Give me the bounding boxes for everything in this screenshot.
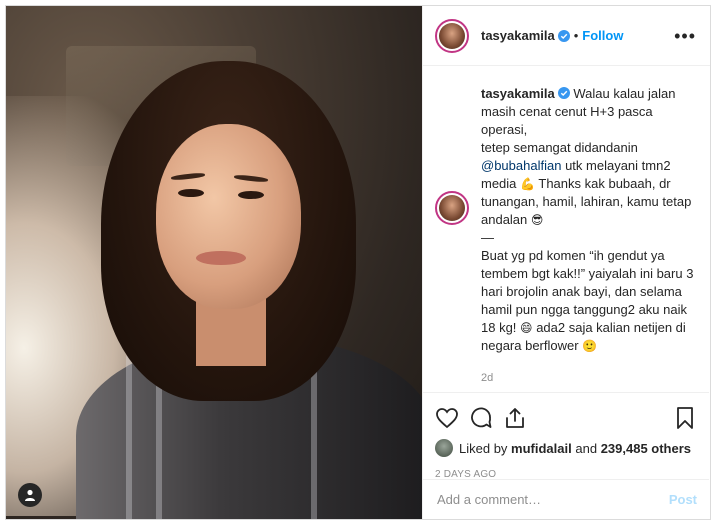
caption-line: Buat yg pd komen “ih gendut ya — [481, 248, 665, 263]
caption-line: utk melayani tmn2 — [565, 158, 671, 173]
caption-line: — — [481, 230, 494, 245]
caption-line: andalan — [481, 212, 528, 227]
photo-stripe — [311, 356, 317, 519]
author-username[interactable]: tasyakamila — [481, 28, 555, 43]
photo-eye — [238, 191, 264, 199]
verified-badge-icon — [557, 29, 570, 42]
comment-input[interactable] — [437, 492, 647, 507]
post-comment-button[interactable]: Post — [669, 492, 697, 507]
liked-by-and: and — [575, 440, 598, 456]
caption-line: tembem bgt kak!!” yaiyalah ini baru 3 — [481, 266, 694, 281]
author-avatar[interactable] — [435, 18, 469, 53]
muscle-emoji: 💪 — [520, 177, 535, 191]
caption-line: hamil pun ngga tanggung2 aku naik — [481, 302, 687, 317]
liker-avatar[interactable] — [435, 439, 453, 457]
photo-lips — [196, 251, 246, 265]
separator-dot: • — [573, 28, 579, 43]
comments-section[interactable]: tasyakamila Walau kalau jalan masih cena… — [423, 67, 709, 385]
grin-emoji: 😄 — [520, 321, 533, 335]
caption-line: media — [481, 176, 517, 191]
post-header: tasyakamila • Follow ••• — [423, 6, 710, 66]
caption-text: tasyakamila Walau kalau jalan masih cena… — [481, 85, 695, 385]
caption-line: ada2 saja kalian netijen di — [536, 320, 686, 335]
heart-icon[interactable] — [435, 406, 459, 430]
caption-row: tasyakamila Walau kalau jalan masih cena… — [435, 85, 695, 385]
photo-face — [156, 124, 301, 309]
more-options-button[interactable]: ••• — [674, 27, 696, 45]
post-actions: Liked by mufidalail and 239,485 others 2… — [423, 392, 709, 480]
caption-line: hari brojolin anak bayi, dan selama — [481, 284, 682, 299]
post-photo[interactable] — [6, 6, 422, 519]
caption-line: tunangan, hamil, lahiran, kamu tetap — [481, 194, 692, 209]
instagram-post-modal: tasyakamila • Follow ••• tasyakamila Wal… — [5, 5, 711, 520]
add-comment-bar: Post — [423, 479, 709, 519]
caption-line: Walau kalau jalan — [573, 86, 676, 101]
user-icon — [25, 489, 35, 501]
smile-emoji: 🙂 — [582, 339, 598, 353]
action-icons — [435, 401, 697, 435]
bookmark-icon[interactable] — [673, 406, 697, 430]
sunglasses-emoji: 😎 — [530, 213, 544, 227]
caption-author-avatar[interactable] — [435, 191, 469, 225]
caption-line: tetep semangat didandanin — [481, 140, 638, 155]
verified-badge-icon — [557, 87, 570, 99]
post-side-panel: tasyakamila • Follow ••• tasyakamila Wal… — [422, 6, 710, 519]
comment-icon[interactable] — [469, 406, 493, 430]
tagged-users-button[interactable] — [18, 483, 42, 507]
photo-stripe — [126, 356, 132, 519]
mention-link[interactable]: @bubahalfian — [481, 158, 561, 173]
caption-line: masih cenat cenut H+3 pasca operasi, — [481, 104, 653, 137]
follow-button[interactable]: Follow — [582, 28, 623, 43]
likes-count[interactable]: 239,485 others — [601, 441, 691, 456]
caption-username[interactable]: tasyakamila — [481, 86, 555, 101]
photo-eye — [178, 189, 204, 197]
caption-line: 18 kg! — [481, 320, 517, 335]
caption-timestamp[interactable]: 2d — [481, 369, 695, 385]
caption-line: Thanks kak bubaah, dr — [538, 176, 671, 191]
likes-summary: Liked by mufidalail and 239,485 others — [435, 439, 697, 457]
liked-by-prefix: Liked by — [459, 440, 508, 456]
share-icon[interactable] — [503, 406, 527, 430]
caption-line: negara berflower — [481, 338, 579, 353]
liked-by-user[interactable]: mufidalail — [511, 441, 572, 456]
